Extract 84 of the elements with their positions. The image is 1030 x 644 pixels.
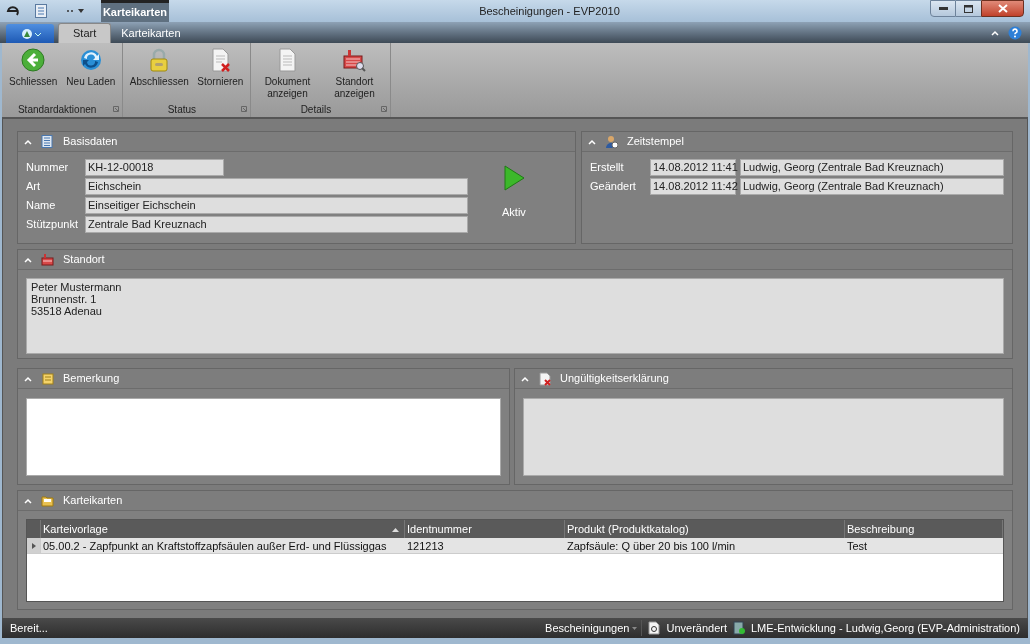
dialog-launcher-icon [381,106,388,112]
column-header-label: Produkt (Produktkatalog) [567,521,690,537]
field-label: Art [26,179,42,195]
application-menu-button[interactable] [6,24,54,43]
table-cell-text: Zapfsäule: Q über 20 bis 100 l/min [566,539,737,553]
ribbon-button[interactable]: Stornieren [193,48,248,101]
panel-title: Basisdaten [63,134,118,150]
field-label: Stützpunkt [26,217,79,233]
document-delete-icon [538,371,551,386]
help-icon [1008,26,1022,40]
collapse-icon [521,375,529,382]
dialog-launcher-icon [241,106,248,112]
database-check-icon [733,621,745,635]
ribbon-group-label: Details [299,102,333,117]
address-text-area[interactable]: Peter Mustermann Brunnenstr. 1 53518 Adenau [26,278,1004,354]
close-icon [997,4,1008,13]
column-header-label: Karteivorlage [43,521,109,537]
caret-icon [632,626,638,630]
notepad-icon [41,371,54,386]
status-message: Bereit... [10,620,49,636]
minimize-button[interactable] [930,0,956,17]
document-magnifier-icon [648,621,661,635]
change-state: Unverändert [666,620,727,636]
ribbon-group-label: Standardaktionen [16,102,98,117]
field-label: Nummer [26,160,70,176]
ribbon-button[interactable]: Standort anzeigen [321,48,388,101]
text-field[interactable]: Eichschein [85,178,468,195]
panel-title: Ungültigkeitserklärung [560,371,669,387]
machine-icon [41,252,54,267]
column-header-label: Beschreibung [847,521,916,537]
maximize-icon [964,4,973,13]
dialog-launcher-icon [113,106,120,112]
text-field[interactable]: Einseitiger Eichschein [85,197,468,214]
table-row[interactable]: 05.00.2 - Zapfpunkt an Kraftstoffzapfsäulen außer Erd- und Flüssiggas 121213 Zapfsäule: Q über 20 bis 100 l/min Test [27,538,1003,554]
field-label: Name [26,198,57,214]
row-indicator-icon [31,542,36,549]
ribbon-button[interactable]: Abschliessen [126,48,193,101]
folder-icon [41,493,54,508]
ribbon-group-label: Status [166,102,198,117]
panel-title: Karteikarten [63,493,123,509]
ribbon-tab[interactable]: Karteikarten [111,23,191,43]
collapse-icon [24,256,32,263]
table-cell-text: 05.00.2 - Zapfpunkt an Kraftstoffzapfsäulen außer Erd- und Flüssiggas [42,539,388,553]
app-menu-icon [19,27,41,40]
address-line: 53518 Adenau [31,305,103,317]
collapse-icon [24,497,32,504]
collapse-icon [588,138,596,145]
text-field[interactable]: Ludwig, Georg (Zentrale Bad Kreuznach) [740,178,1004,195]
document-icon [35,4,47,18]
window-title: Bescheinigungen - EVP2010 [478,4,621,19]
ribbon-tab[interactable]: Start [58,23,112,43]
text-field[interactable]: KH-12-00018 [85,159,224,176]
panel-title: Standort [63,252,105,268]
ribbon-button[interactable]: Neu Laden [62,48,120,101]
close-button[interactable] [981,0,1024,17]
module-dropdown[interactable]: Bescheinigungen [545,619,643,637]
address-line: Peter Mustermann [31,281,123,293]
field-label: Geändert [590,179,637,195]
table-cell-text: 121213 [406,539,445,553]
text-field[interactable]: Zentrale Bad Kreuznach [85,216,468,233]
machine-magnifier-icon [342,48,367,72]
refresh-icon [78,48,103,72]
panel-title: Bemerkung [63,371,120,387]
status-label: Aktiv [502,205,526,220]
column-header-label: Identnummer [407,521,473,537]
text-field[interactable]: 14.08.2012 11:42 [650,178,736,195]
list-icon [41,134,54,149]
context-tab-group: Karteikarten [101,0,169,22]
play-icon [502,165,525,191]
text-field[interactable]: Ludwig, Georg (Zentrale Bad Kreuznach) [740,159,1004,176]
address-line: Brunnenstr. 1 [31,293,98,305]
ribbon-button[interactable]: Dokument anzeigen [254,48,321,101]
collapse-icon [24,138,32,145]
quick-access-dropdown-icon [65,7,85,15]
field-label: Erstellt [590,160,625,176]
table-cell-text: Test [846,539,869,553]
panel-title: Zeitstempel [627,134,684,150]
text-field[interactable]: 14.08.2012 11:41 [650,159,736,176]
minimize-icon [938,7,948,10]
ribbon-button[interactable]: Schliessen [5,48,62,101]
maximize-button[interactable] [956,0,981,17]
collapse-ribbon-icon [991,30,999,36]
user-info: LME-Entwicklung - Ludwig,Georg (EVP-Administration) [751,620,1020,636]
collapse-icon [24,375,32,382]
